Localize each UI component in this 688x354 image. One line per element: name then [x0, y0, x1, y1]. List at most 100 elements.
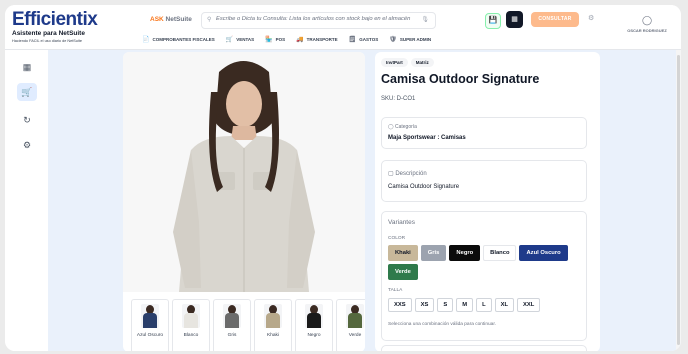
- receipt-icon: 🗒: [348, 37, 357, 43]
- thumbnail-label: Azul Oscuro: [136, 333, 164, 338]
- product-photo: [123, 52, 365, 292]
- product-title: Camisa Outdoor Signature: [381, 72, 540, 86]
- nav-label: GASTOS: [359, 37, 379, 42]
- thumbnail-image: [305, 304, 323, 328]
- nav-item-pos[interactable]: 🏪 POS: [265, 36, 285, 43]
- thumbnail-image: [223, 304, 241, 328]
- thumbnail-shirt: [225, 313, 239, 328]
- search-input[interactable]: ⚲ Escribe o Dicta tu Consulta: Lista los…: [201, 12, 436, 29]
- thumbnail-blanco[interactable]: Blanco: [172, 299, 210, 351]
- thumbnail-verde[interactable]: Verde: [336, 299, 365, 351]
- user-icon: ◯: [641, 15, 653, 25]
- app-window: Efficientix Asistente para NetSuite Haci…: [5, 5, 681, 351]
- variants-box: Variantes COLOR Khaki Gris Negro Blanco Azul…: [381, 211, 587, 341]
- nav-item-transporte[interactable]: 🚚 TRANSPORTE: [296, 36, 338, 43]
- ask-label: ASK: [150, 16, 164, 23]
- thumbnail-label: Khaki: [267, 333, 279, 338]
- consult-button[interactable]: CONSULTAR: [531, 12, 579, 27]
- thumbnail-shirt: [143, 313, 157, 328]
- thumbnail-negro[interactable]: Negro: [295, 299, 333, 351]
- product-image-card: Azul Oscuro Blanco Gris Khaki Negro Verde: [123, 52, 365, 351]
- screenshot-icon-button[interactable]: ▦: [506, 11, 523, 28]
- thumbnail-shirt: [266, 313, 280, 328]
- main-nav: 📄 COMPROBANTES FISCALES 🛒 VENTAS 🏪 POS 🚚 TRA…: [142, 36, 442, 43]
- badge-matrix: Matriz: [410, 58, 434, 67]
- thumbnail-khaki[interactable]: Khaki: [254, 299, 292, 351]
- product-detail-card: InvtPart Matriz Camisa Outdoor Signature…: [375, 52, 600, 351]
- category-label: ◯ Categoría: [388, 124, 417, 130]
- nav-label: POS: [275, 37, 286, 42]
- size-label: TALLA: [388, 288, 403, 293]
- description-label: ▢ Descripción: [388, 170, 427, 177]
- category-label-text: Categoría: [395, 124, 417, 130]
- nav-item-ventas[interactable]: 🛒 VENTAS: [226, 36, 254, 43]
- thumbnail-gris[interactable]: Gris: [213, 299, 251, 351]
- size-option-m[interactable]: M: [456, 298, 474, 312]
- color-option-azul-oscuro[interactable]: Azul Oscuro: [519, 245, 568, 261]
- next-section-box: [381, 345, 587, 351]
- category-value: Maja Sportswear : Camisas: [388, 135, 466, 141]
- thumbnail-image: [346, 304, 364, 328]
- product-sku: SKU: D-CO1: [381, 96, 416, 102]
- brand-logo[interactable]: Efficientix: [12, 9, 98, 31]
- nav-label: VENTAS: [236, 37, 255, 42]
- size-options: XXS XS S M L XL XXL: [388, 298, 578, 312]
- nav-item-comprobantes[interactable]: 📄 COMPROBANTES FISCALES: [142, 36, 215, 43]
- sidebar: ▦ 🛒 ↻ ⚙: [5, 50, 49, 351]
- settings-sliders-icon[interactable]: ⚙: [588, 14, 594, 22]
- thumbnail-shirt: [307, 313, 321, 328]
- thumbnail-image: [141, 304, 159, 328]
- size-option-s[interactable]: S: [437, 298, 454, 312]
- size-option-xs[interactable]: XS: [414, 298, 435, 312]
- thumbnail-shirt: [348, 313, 362, 328]
- variant-hint: Selecciona una combinación válida para c…: [388, 322, 497, 327]
- thumbnail-label: Verde: [348, 333, 362, 338]
- ask-netsuite-label: ASK NetSuite: [150, 16, 192, 23]
- document-icon: 📄: [142, 37, 150, 43]
- settings-icon[interactable]: ⚙: [17, 136, 37, 154]
- color-option-gris[interactable]: Gris: [420, 245, 447, 261]
- thumbnail-image: [182, 304, 200, 328]
- thumbnail-label: Negro: [307, 333, 321, 338]
- size-option-xxs[interactable]: XXS: [388, 298, 412, 312]
- refresh-icon[interactable]: ↻: [17, 111, 37, 129]
- color-option-khaki[interactable]: Khaki: [388, 245, 418, 261]
- color-options: Khaki Gris Negro Blanco Azul Oscuro Verde: [388, 245, 578, 280]
- microphone-icon[interactable]: 🎙: [421, 16, 429, 23]
- truck-icon: 🚚: [296, 37, 304, 43]
- size-option-xxl[interactable]: XXL: [517, 298, 541, 312]
- description-label-text: Descripción: [395, 171, 427, 177]
- store-icon: 🏪: [265, 37, 273, 43]
- save-icon-button[interactable]: 💾: [485, 13, 501, 29]
- color-option-negro[interactable]: Negro: [449, 245, 481, 261]
- cart-icon: 🛒: [225, 37, 234, 43]
- color-option-verde[interactable]: Verde: [388, 264, 418, 280]
- cart-icon[interactable]: 🛒: [17, 83, 37, 101]
- top-header: Efficientix Asistente para NetSuite Haci…: [5, 5, 681, 50]
- nav-label: TRANSPORTE: [306, 37, 338, 42]
- badge-type: InvtPart: [381, 58, 408, 67]
- brand-subtagline: Haciendo FACIL el uso diario de NetSuite: [12, 39, 82, 43]
- thumbnail-label: Gris: [227, 333, 237, 338]
- size-option-xl[interactable]: XL: [494, 298, 515, 312]
- color-option-blanco[interactable]: Blanco: [483, 245, 517, 261]
- nav-label: COMPROBANTES FISCALES: [152, 37, 215, 42]
- thumbnail-strip: Azul Oscuro Blanco Gris Khaki Negro Verde: [131, 299, 365, 351]
- brand-tagline: Asistente para NetSuite: [12, 30, 85, 37]
- description-value: Camisa Outdoor Signature: [388, 184, 460, 190]
- nav-item-super-admin[interactable]: 🛡 SUPER ADMIN: [389, 36, 431, 43]
- thumbnail-shirt: [184, 313, 198, 328]
- main-content: Azul Oscuro Blanco Gris Khaki Negro Verde Inv…: [48, 50, 681, 351]
- grid-icon[interactable]: ▦: [17, 58, 37, 76]
- user-menu[interactable]: ◯ OSCAR RODRIGUEZ: [617, 15, 677, 33]
- product-badges: InvtPart Matriz: [381, 58, 434, 67]
- color-label: COLOR: [388, 236, 406, 241]
- variants-title: Variantes: [388, 219, 415, 226]
- thumbnail-image: [264, 304, 282, 328]
- scrollbar-thumb[interactable]: [677, 55, 680, 345]
- thumbnail-azul-oscuro[interactable]: Azul Oscuro: [131, 299, 169, 351]
- netsuite-label: NetSuite: [165, 16, 192, 23]
- page-scrollbar[interactable]: [676, 50, 681, 351]
- size-option-l[interactable]: L: [476, 298, 492, 312]
- nav-item-gastos[interactable]: 🗒 GASTOS: [349, 36, 379, 43]
